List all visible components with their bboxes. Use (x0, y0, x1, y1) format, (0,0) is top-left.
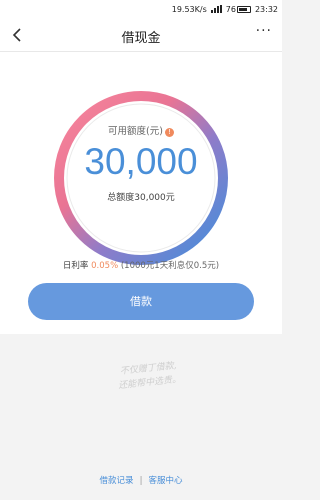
battery-icon: 76 (226, 5, 251, 14)
watermark-slogan: 不仅赠丁借款, 还能帮中选贵。 (93, 356, 205, 395)
available-credit-amount: 30,000 (84, 141, 198, 182)
daily-rate-label: 日利率 (62, 261, 89, 271)
available-credit-label-text: 可用额度(元) (108, 126, 163, 137)
battery-level: 76 (225, 4, 236, 14)
total-credit-label: 总额度30,000元 (107, 193, 175, 203)
bottom-links: 借款记录 | 客服中心 (0, 474, 282, 486)
more-dots-icon[interactable]: ··· (256, 23, 272, 39)
signal-icon (210, 5, 222, 13)
daily-rate-line: 日利率 0.05% (1000元1天利息仅0.5元) (0, 259, 282, 271)
credit-summary: 可用额度(元)! 30,000 总额度30,000元 (52, 89, 230, 267)
page-title: 借现金 (121, 31, 161, 46)
daily-rate-note: (1000元1天利息仅0.5元) (120, 261, 220, 271)
network-speed: 19.53K/s (171, 4, 207, 14)
available-credit-label: 可用额度(元)! (52, 123, 230, 137)
borrow-button[interactable]: 借款 (28, 283, 254, 320)
link-separator: | (139, 476, 143, 486)
info-icon[interactable]: ! (164, 128, 174, 137)
status-bar: 19.53K/s 76 23:32 (0, 0, 282, 18)
navigation-bar: 借现金 ··· (0, 18, 282, 52)
customer-service-link[interactable]: 客服中心 (148, 476, 182, 486)
daily-rate-value: 0.05% (91, 261, 119, 271)
borrow-records-link[interactable]: 借款记录 (100, 476, 134, 486)
credit-card: 可用额度(元)! 30,000 总额度30,000元 日利率 0.05% (10… (0, 52, 282, 334)
status-time: 23:32 (254, 4, 278, 14)
